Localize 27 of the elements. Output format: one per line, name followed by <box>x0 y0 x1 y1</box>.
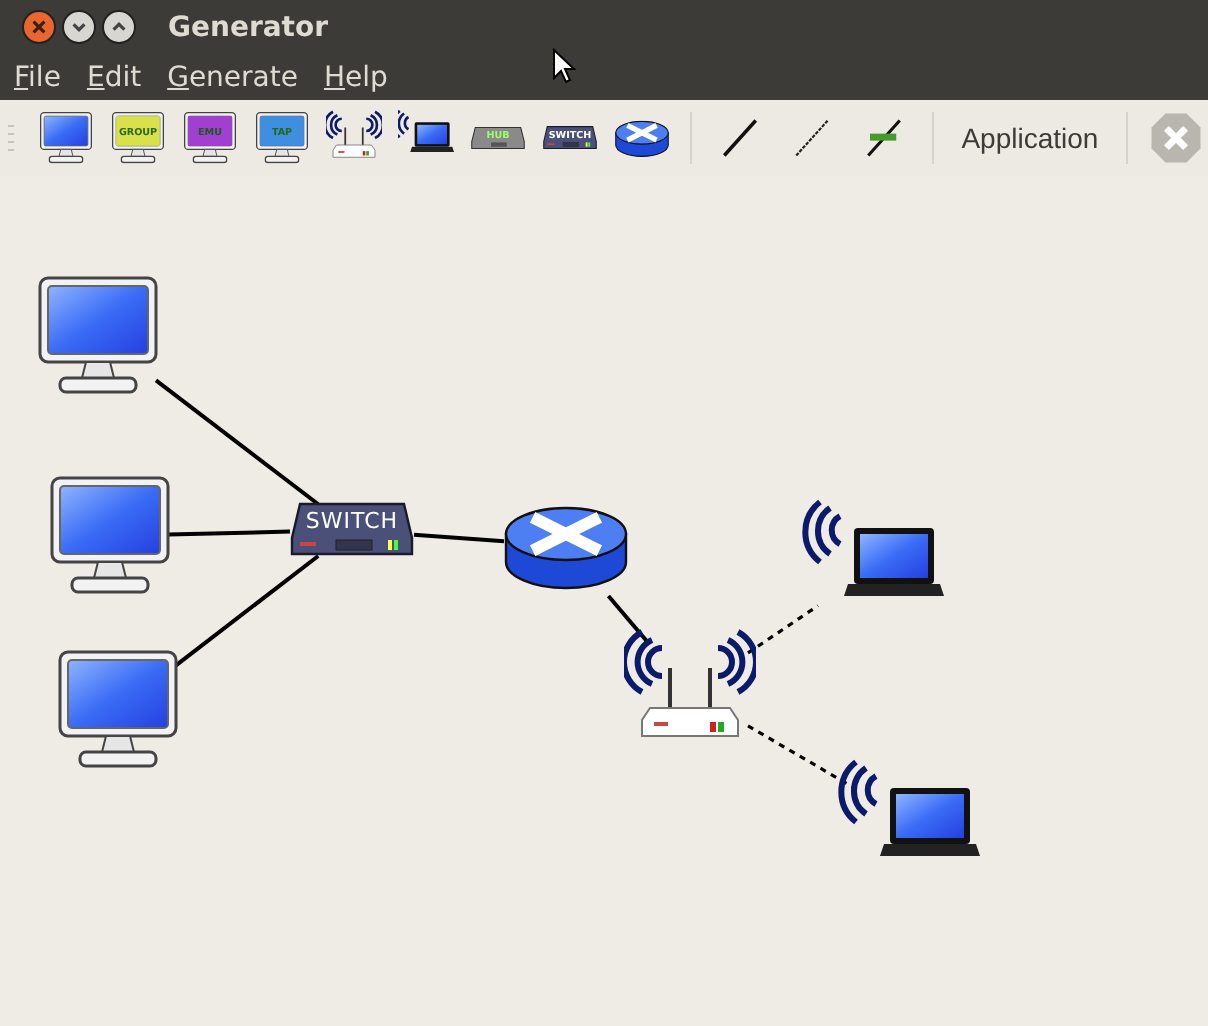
chevron-up-icon <box>110 18 128 36</box>
wireless-link-line[interactable] <box>747 724 855 790</box>
window-title: Generator <box>168 11 329 43</box>
application-button[interactable]: Application <box>949 122 1111 154</box>
close-icon <box>30 18 48 36</box>
computer-icon[interactable] <box>60 652 176 766</box>
menu-item[interactable]: Help <box>323 61 388 93</box>
wireless-link-line[interactable] <box>747 604 819 655</box>
menu-item[interactable]: Edit <box>86 61 142 93</box>
minimize-button[interactable] <box>62 10 96 44</box>
router-icon[interactable] <box>506 508 626 588</box>
switch-icon[interactable]: SWITCH <box>292 504 412 554</box>
cable-link-line[interactable] <box>167 529 291 537</box>
menu-item[interactable]: File <box>14 61 61 93</box>
mouse-cursor-icon <box>552 48 576 84</box>
computer-icon[interactable] <box>52 478 168 592</box>
close-icon <box>1147 110 1204 166</box>
menu-item[interactable]: Generate <box>167 61 298 93</box>
chevron-down-icon <box>70 18 88 36</box>
computer-icon[interactable] <box>40 278 156 392</box>
cable-link-line[interactable] <box>154 378 320 506</box>
cable-link-line[interactable] <box>413 532 505 544</box>
cable-link-line[interactable] <box>174 554 320 667</box>
monitor-icon <box>38 110 95 166</box>
maximize-button[interactable] <box>102 10 136 44</box>
close-button[interactable] <box>22 10 56 44</box>
cable-link-line[interactable] <box>606 594 651 646</box>
